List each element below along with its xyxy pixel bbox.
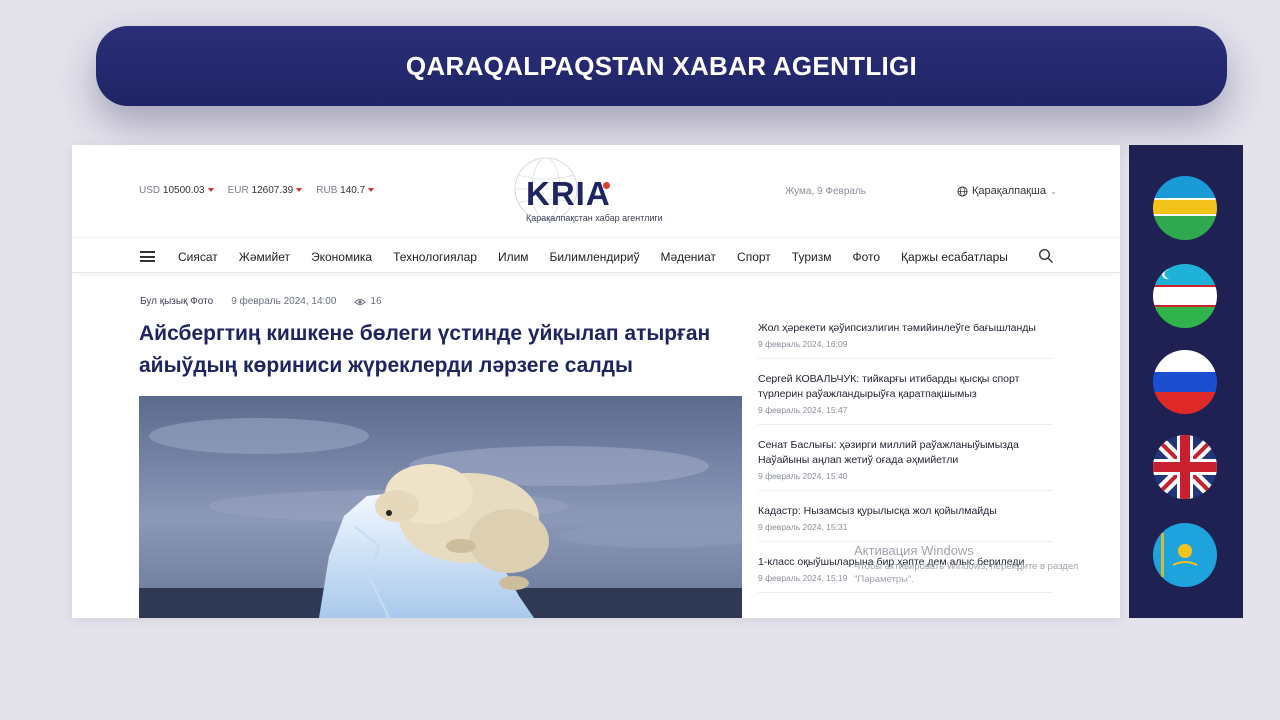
news-title[interactable]: Сергей КОВАЛЬЧУК: тийкарғы итибарды қысқ…: [758, 372, 1053, 402]
article-category[interactable]: Бул қызық Фото: [140, 296, 213, 307]
news-time: 9 февраль 2024, 15:31: [758, 522, 848, 532]
nav-item-tourism[interactable]: Туризм: [792, 250, 832, 264]
logo-subtitle: Қарақалпақстан хабар агентлиги: [526, 213, 663, 223]
down-arrow-icon: [296, 188, 303, 193]
news-title[interactable]: Кадастр: Нызамсыз қурылысқа жол қойылмай…: [758, 504, 1053, 519]
website-screenshot: USD 10500.03 EUR 12607.39 RUB 140.7 KRIA…: [72, 145, 1120, 618]
nav-item-sport[interactable]: Спорт: [737, 250, 771, 264]
news-time: 9 февраль 2024, 15:40: [758, 471, 848, 481]
main-navigation: Сиясат Жәмийет Экономика Технологиялар И…: [72, 239, 1120, 273]
news-item[interactable]: Сергей КОВАЛЬЧУК: тийкарғы итибарды қысқ…: [758, 368, 1053, 425]
chevron-down-icon: ⌄: [1049, 186, 1057, 196]
language-selector[interactable]: Қарақалпақша ⌄: [957, 185, 1057, 197]
nav-item-education[interactable]: Билимлендириў: [550, 250, 640, 264]
currency-usd[interactable]: USD 10500.03: [139, 185, 214, 196]
article-meta: Бул қызық Фото 9 февраль 2024, 14:00 16: [140, 296, 382, 307]
current-date: Жума, 9 Февраль: [785, 186, 866, 197]
hamburger-menu-icon[interactable]: [140, 251, 155, 262]
watermark-text: Чтобы активировать Windows, перейдите в …: [854, 561, 1079, 585]
news-title[interactable]: Сенат Баслығы: ҳәзирги миллий раўажланыў…: [758, 438, 1053, 468]
agency-banner: QARAQALPAQSTAN XABAR AGENTLIGI: [96, 26, 1227, 106]
russia-flag-icon[interactable]: [1153, 350, 1217, 414]
down-arrow-icon: [368, 188, 375, 193]
currency-eur[interactable]: EUR 12607.39: [228, 185, 303, 196]
polar-bear-photo: [139, 396, 742, 618]
news-item[interactable]: Жол ҳәрекети қәўипсизлигин тәмийинлеўге …: [758, 317, 1053, 359]
nav-item-politics[interactable]: Сиясат: [178, 250, 218, 264]
logo-dot: [603, 182, 610, 189]
nav-item-photo[interactable]: Фото: [852, 250, 880, 264]
nav-menu: Сиясат Жәмийет Экономика Технологиялар И…: [178, 250, 1008, 264]
article-photo-polar-bear[interactable]: [139, 396, 742, 618]
uzbekistan-flag-icon[interactable]: [1153, 264, 1217, 328]
news-title[interactable]: Жол ҳәрекети қәўипсизлигин тәмийинлеўге …: [758, 321, 1053, 336]
eye-icon: [354, 298, 367, 305]
news-item[interactable]: Кадастр: Нызамсыз қурылысқа жол қойылмай…: [758, 500, 1053, 542]
nav-item-science[interactable]: Илим: [498, 250, 529, 264]
news-time: 9 февраль 2024, 16:09: [758, 339, 848, 349]
article-date: 9 февраль 2024, 14:00: [231, 296, 337, 307]
windows-activation-watermark: Активация Windows Чтобы активировать Win…: [854, 543, 1114, 586]
language-flags-panel: [1129, 145, 1243, 618]
karakalpakstan-flag-icon[interactable]: [1153, 176, 1217, 240]
nav-item-financial-reports[interactable]: Қаржы есабатлары: [901, 250, 1008, 264]
uk-flag-icon[interactable]: [1153, 435, 1217, 499]
kazakhstan-flag-icon[interactable]: [1153, 523, 1217, 587]
currency-rates: USD 10500.03 EUR 12607.39 RUB 140.7: [139, 185, 375, 196]
nav-item-society[interactable]: Жәмийет: [239, 250, 290, 264]
views-count: 16: [370, 296, 382, 307]
banner-title: QARAQALPAQSTAN XABAR AGENTLIGI: [405, 50, 918, 81]
news-time: 9 февраль 2024, 15:47: [758, 405, 848, 415]
currency-rub[interactable]: RUB 140.7: [316, 185, 375, 196]
article-title[interactable]: Айсбергтиң кишкене бөлеги үстинде уйқыла…: [139, 318, 739, 382]
site-logo[interactable]: KRIA Қарақалпақстан хабар агентлиги: [512, 155, 692, 229]
search-icon[interactable]: [1038, 248, 1054, 264]
nav-item-economy[interactable]: Экономика: [311, 250, 372, 264]
globe-icon: [957, 185, 968, 197]
watermark-title: Активация Windows: [854, 543, 974, 558]
down-arrow-icon: [207, 188, 214, 193]
nav-item-technology[interactable]: Технологиялар: [393, 250, 477, 264]
site-header: USD 10500.03 EUR 12607.39 RUB 140.7 KRIA…: [72, 145, 1120, 238]
language-label: Қарақалпақша: [972, 185, 1046, 197]
nav-item-culture[interactable]: Мәдениат: [660, 250, 716, 264]
news-item[interactable]: Сенат Баслығы: ҳәзирги миллий раўажланыў…: [758, 434, 1053, 491]
logo-text: KRIA: [526, 175, 611, 212]
article-views: 16: [354, 296, 382, 307]
